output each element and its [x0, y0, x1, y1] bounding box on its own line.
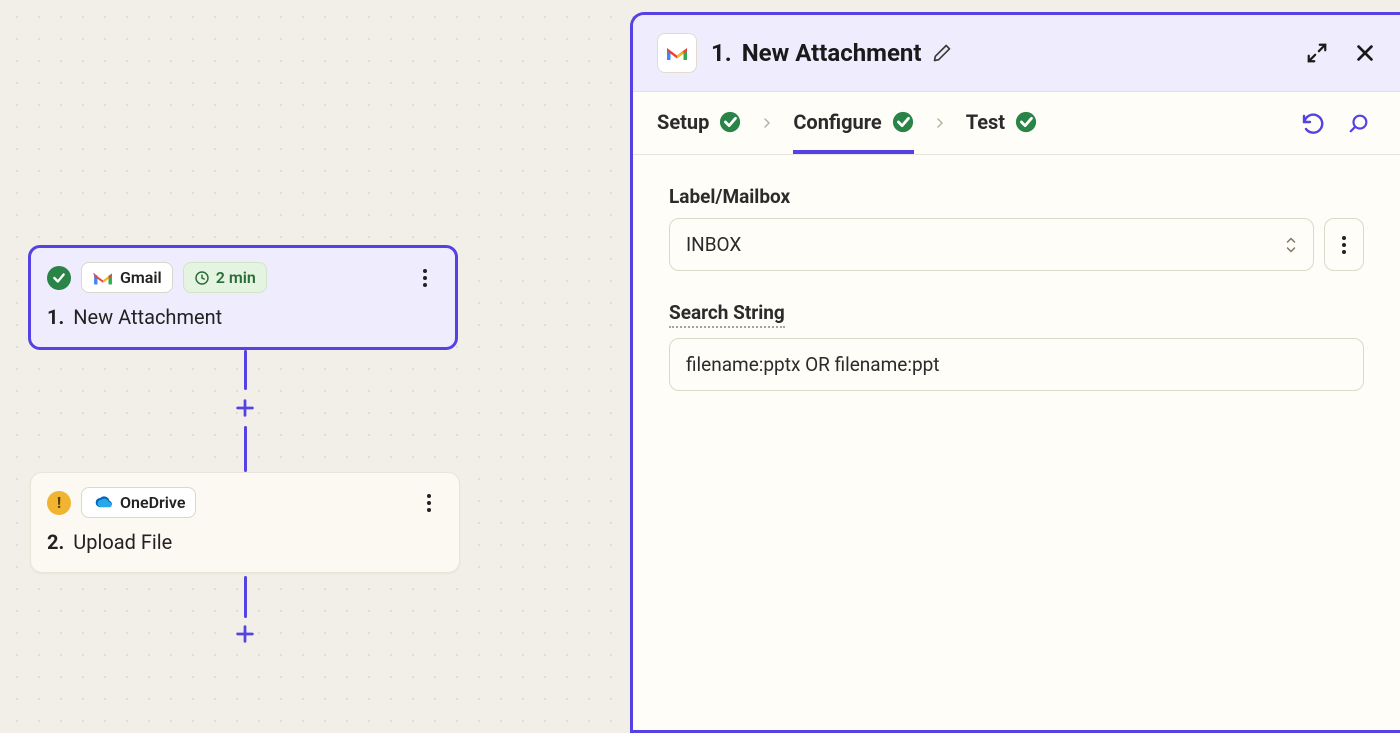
- expand-button[interactable]: [1306, 42, 1328, 64]
- field-label: Label/Mailbox: [669, 185, 790, 208]
- service-pill-onedrive: OneDrive: [81, 487, 196, 518]
- kebab-icon: [423, 269, 427, 287]
- tab-test[interactable]: Test: [966, 92, 1037, 154]
- field-search-string: Search String: [669, 301, 1364, 391]
- search-string-input[interactable]: [669, 338, 1364, 391]
- search-icon: [1348, 112, 1370, 134]
- service-pill-gmail: Gmail: [81, 262, 173, 293]
- panel-title: 1. New Attachment: [711, 39, 952, 67]
- close-icon: [1354, 42, 1376, 64]
- label-mailbox-select[interactable]: INBOX: [669, 218, 1314, 271]
- undo-icon: [1300, 111, 1324, 135]
- node-menu-button[interactable]: [411, 264, 439, 292]
- node-new-attachment[interactable]: Gmail 2 min 1. New Attachment: [28, 245, 458, 350]
- chevron-right-icon: [759, 111, 775, 135]
- undo-button[interactable]: [1300, 111, 1324, 135]
- search-button[interactable]: [1348, 112, 1370, 134]
- tab-configure[interactable]: Configure: [793, 92, 913, 154]
- connector-line: [244, 576, 247, 618]
- node-upload-file[interactable]: ! OneDrive 2. Upload File: [30, 472, 460, 573]
- panel-body: Label/Mailbox INBOX Search String: [633, 155, 1400, 451]
- connector-line: [244, 350, 247, 390]
- status-check-icon: [47, 266, 71, 290]
- pencil-icon: [932, 43, 952, 63]
- panel-title-text: New Attachment: [742, 39, 922, 67]
- close-button[interactable]: [1354, 42, 1376, 64]
- step-tabs: Setup Configure Test: [633, 92, 1400, 155]
- select-caret-icon: [1285, 237, 1297, 253]
- interval-text: 2 min: [216, 268, 256, 287]
- node-title: 1. New Attachment: [47, 305, 439, 329]
- field-label-mailbox: Label/Mailbox INBOX: [669, 185, 1364, 271]
- tab-label: Configure: [793, 110, 881, 134]
- onedrive-icon: [92, 496, 114, 510]
- kebab-icon: [1342, 236, 1346, 254]
- add-step-button[interactable]: [231, 620, 259, 648]
- connector-line: [244, 426, 247, 472]
- service-name: OneDrive: [120, 493, 185, 512]
- node-index: 2.: [47, 530, 64, 554]
- check-circle-icon: [719, 111, 741, 133]
- status-warning-icon: !: [47, 491, 71, 515]
- interval-pill: 2 min: [183, 262, 267, 293]
- kebab-icon: [427, 494, 431, 512]
- node-title-text: New Attachment: [73, 305, 222, 329]
- panel-header: 1. New Attachment: [633, 15, 1400, 92]
- step-config-panel: 1. New Attachment Setup: [630, 12, 1400, 733]
- chevron-right-icon: [932, 111, 948, 135]
- field-label: Search String: [669, 301, 785, 328]
- service-name: Gmail: [120, 268, 162, 287]
- clock-icon: [194, 270, 210, 286]
- node-menu-button[interactable]: [415, 489, 443, 517]
- node-title-text: Upload File: [73, 530, 172, 554]
- plus-icon: [234, 397, 256, 419]
- check-circle-icon: [892, 111, 914, 133]
- select-value: INBOX: [686, 233, 741, 256]
- plus-icon: [234, 623, 256, 645]
- expand-icon: [1306, 42, 1328, 64]
- panel-title-index: 1.: [711, 39, 732, 67]
- edit-title-button[interactable]: [932, 43, 952, 63]
- node-title: 2. Upload File: [47, 530, 443, 554]
- node-index: 1.: [47, 305, 64, 329]
- check-circle-icon: [1015, 111, 1037, 133]
- field-options-button[interactable]: [1324, 218, 1364, 271]
- tab-label: Test: [966, 110, 1005, 134]
- tab-setup[interactable]: Setup: [657, 92, 741, 154]
- gmail-icon: [657, 33, 697, 73]
- gmail-icon: [92, 270, 114, 286]
- tab-label: Setup: [657, 110, 709, 134]
- add-step-button[interactable]: [231, 394, 259, 422]
